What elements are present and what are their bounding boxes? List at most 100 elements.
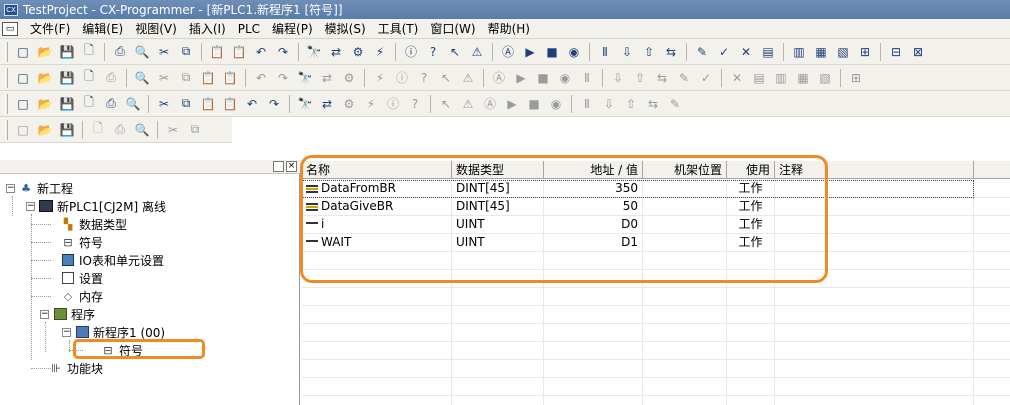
context-help-icon[interactable]: ↖: [445, 42, 465, 62]
new-icon[interactable]: □: [13, 42, 33, 62]
hline-icon[interactable]: ⓘ: [392, 68, 412, 88]
tree-node-programs[interactable]: − 程序: [40, 305, 95, 323]
collapse-icon[interactable]: −: [26, 201, 35, 211]
workspace-close-button[interactable]: ×: [286, 161, 297, 172]
tree-node-project[interactable]: − ♣ 新工程: [6, 179, 73, 197]
table-row[interactable]: [302, 306, 1010, 324]
cell-address[interactable]: [544, 306, 643, 324]
cell-name[interactable]: [302, 342, 452, 360]
symbol-table-icon[interactable]: 📋: [220, 68, 240, 88]
monitor-diff-icon[interactable]: ⇧: [630, 68, 650, 88]
reset-icon[interactable]: ✎: [674, 68, 694, 88]
table-row[interactable]: DataFromBR DINT[45] 350 工作: [302, 180, 1010, 198]
memory-card-icon[interactable]: 📋: [220, 94, 240, 114]
bookmark-clear-icon[interactable]: ⧉: [185, 120, 205, 140]
cross-ref-icon[interactable]: ⚙: [348, 42, 368, 62]
grid-icon[interactable]: ⎙: [101, 68, 121, 88]
sim-end-icon[interactable]: ✎: [665, 94, 685, 114]
tree-node-settings[interactable]: 设置: [60, 269, 103, 287]
table-row[interactable]: i UINT D0 工作: [302, 216, 1010, 234]
bookmark-next-icon[interactable]: 🔍: [132, 120, 152, 140]
outdent-icon[interactable]: 📂: [35, 120, 55, 140]
cpu-bus-icon[interactable]: 📋: [198, 94, 218, 114]
tree-node-io-table[interactable]: IO表和单元设置: [60, 251, 164, 269]
online-edit-icon[interactable]: ✎: [692, 42, 712, 62]
cell-name[interactable]: [302, 360, 452, 378]
window-ref-icon[interactable]: ⎙: [101, 94, 121, 114]
menu-program[interactable]: 编程(P): [266, 20, 319, 38]
cut-icon[interactable]: ✂: [154, 42, 174, 62]
undo-icon[interactable]: ↶: [251, 42, 271, 62]
bookmark-prev-icon[interactable]: ✂: [163, 120, 183, 140]
zoom-icon[interactable]: □: [13, 68, 33, 88]
cell-usage[interactable]: [727, 342, 775, 360]
menu-plc[interactable]: PLC: [232, 20, 266, 38]
cell-name[interactable]: i: [302, 216, 452, 234]
transfer-from-icon[interactable]: ⇧: [639, 42, 659, 62]
cell-usage[interactable]: [727, 270, 775, 288]
find-icon[interactable]: 🔭: [304, 42, 324, 62]
cell-type[interactable]: [452, 252, 544, 270]
cell-rack[interactable]: [643, 378, 727, 396]
step-icon[interactable]: ⚠: [458, 94, 478, 114]
cell-name[interactable]: [302, 306, 452, 324]
cell-rack[interactable]: [643, 324, 727, 342]
cell-rack[interactable]: [643, 216, 727, 234]
cell-address[interactable]: [544, 360, 643, 378]
find-fb-icon[interactable]: ✂: [154, 94, 174, 114]
line-delete-icon[interactable]: ◉: [555, 68, 575, 88]
column-header-address[interactable]: 地址 / 值: [544, 161, 643, 179]
zoom-in-icon[interactable]: 💾: [57, 68, 77, 88]
set-icon[interactable]: ⇆: [652, 68, 672, 88]
tree-node-memory[interactable]: ◇ 内存: [60, 287, 103, 305]
align-right-icon[interactable]: 🗋: [88, 120, 108, 140]
cell-address[interactable]: [544, 342, 643, 360]
mnemonic-icon[interactable]: ⧉: [176, 68, 196, 88]
error-log-icon[interactable]: ↶: [242, 94, 262, 114]
cell-address[interactable]: [544, 378, 643, 396]
instr-icon[interactable]: ⚠: [458, 68, 478, 88]
tree-node-plc[interactable]: − 新PLC1[CJ2M] 离线: [26, 197, 166, 215]
cell-type[interactable]: [452, 324, 544, 342]
cell-rack[interactable]: [643, 198, 727, 216]
cell-type[interactable]: [452, 306, 544, 324]
sim-monitor-icon[interactable]: ↖: [436, 94, 456, 114]
run-icon[interactable]: ▶: [520, 42, 540, 62]
cell-type[interactable]: [452, 360, 544, 378]
cell-address[interactable]: [544, 270, 643, 288]
cell-name[interactable]: [302, 378, 452, 396]
menu-window[interactable]: 窗口(W): [424, 20, 481, 38]
stop-icon[interactable]: ■: [542, 42, 562, 62]
cell-comment[interactable]: [775, 234, 974, 252]
io-comment-icon[interactable]: ⊠: [908, 42, 928, 62]
cell-comment[interactable]: [775, 396, 974, 405]
cell-name[interactable]: [302, 396, 452, 405]
tree-node-function-blocks[interactable]: ⊪ 功能块: [48, 359, 103, 377]
pause-icon[interactable]: Ⅱ: [595, 42, 615, 62]
cell-address[interactable]: D1: [544, 234, 643, 252]
column-header-comment[interactable]: 注释: [775, 161, 974, 179]
column-header-data-type[interactable]: 数据类型: [452, 161, 544, 179]
window-project-icon[interactable]: □: [13, 94, 33, 114]
cell-usage[interactable]: [727, 288, 775, 306]
io-table4-icon[interactable]: ▧: [833, 42, 853, 62]
cell-comment[interactable]: [775, 288, 974, 306]
cell-rack[interactable]: [643, 306, 727, 324]
contact-ornc-icon[interactable]: ⚙: [339, 68, 359, 88]
cell-name[interactable]: [302, 324, 452, 342]
fb-library-icon[interactable]: ⧉: [176, 94, 196, 114]
toolbar-c-icon[interactable]: ▧: [815, 68, 835, 88]
cell-comment[interactable]: [775, 306, 974, 324]
menu-help[interactable]: 帮助(H): [482, 20, 536, 38]
collapse-icon[interactable]: −: [6, 183, 15, 193]
compile-program-icon[interactable]: Ⅱ: [577, 68, 597, 88]
copy-icon[interactable]: ⧉: [176, 42, 196, 62]
cell-usage[interactable]: [727, 378, 775, 396]
window-output-icon[interactable]: 📂: [35, 94, 55, 114]
replace-icon[interactable]: ⇄: [326, 42, 346, 62]
bookmark-icon[interactable]: ⎙: [110, 120, 130, 140]
online-icon[interactable]: ⇩: [608, 68, 628, 88]
cell-address[interactable]: [544, 252, 643, 270]
online-edit-cancel-icon[interactable]: ✕: [736, 42, 756, 62]
cell-comment[interactable]: [775, 198, 974, 216]
